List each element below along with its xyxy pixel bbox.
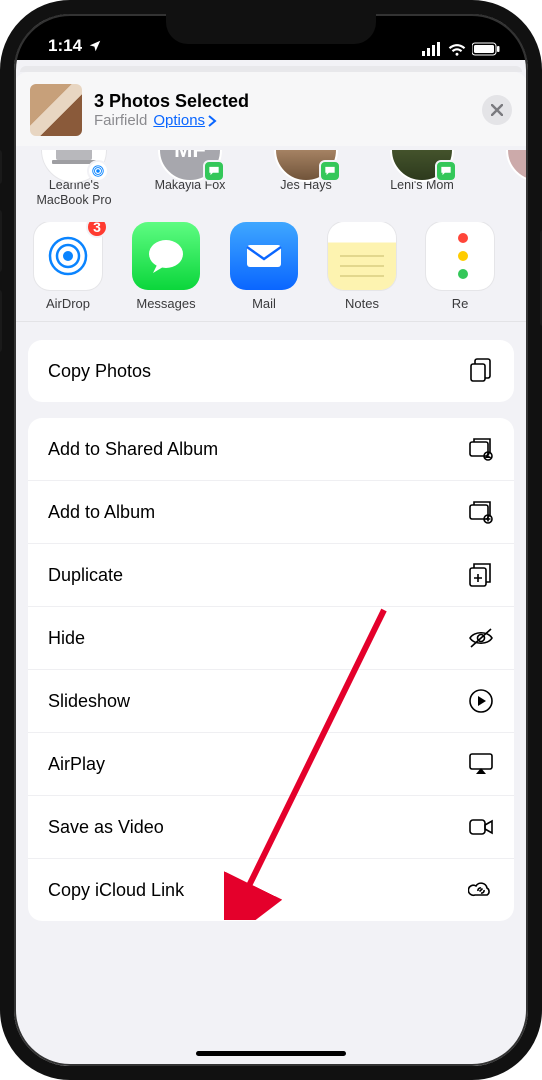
action-label: Add to Album — [48, 502, 155, 523]
action-duplicate[interactable]: Duplicate — [28, 544, 514, 607]
share-target[interactable]: MF Makayla Fox — [148, 150, 232, 208]
duplicate-icon — [468, 562, 494, 588]
messages-icon — [143, 233, 189, 279]
share-targets-row[interactable]: Leanne's MacBook Pro MF Makayla Fox Jes … — [14, 146, 528, 216]
add-album-icon — [468, 499, 494, 525]
action-copy-icloud-link[interactable]: Copy iCloud Link — [28, 859, 514, 921]
airdrop-icon — [42, 230, 94, 282]
action-add-album[interactable]: Add to Album — [28, 481, 514, 544]
action-add-shared-album[interactable]: Add to Shared Album — [28, 418, 514, 481]
battery-icon — [472, 42, 500, 56]
messages-badge-icon — [319, 160, 341, 182]
volume-up-button[interactable] — [0, 210, 2, 272]
share-target[interactable]: Jes Hays — [264, 150, 348, 208]
status-time: 1:14 — [48, 36, 82, 56]
action-label: Copy Photos — [48, 361, 151, 382]
share-apps-row[interactable]: 3 AirDrop Messages Mail Notes — [14, 216, 528, 322]
app-label: Re — [452, 296, 469, 311]
mute-switch[interactable] — [0, 150, 2, 184]
selection-location: Fairfield — [94, 112, 147, 129]
action-airplay[interactable]: AirPlay — [28, 733, 514, 796]
app-label: Mail — [252, 296, 276, 311]
action-copy-photos[interactable]: Copy Photos — [28, 340, 514, 402]
video-icon — [468, 814, 494, 840]
share-app-airdrop[interactable]: 3 AirDrop — [32, 222, 104, 311]
action-label: Hide — [48, 628, 85, 649]
location-icon — [88, 39, 102, 53]
messages-badge-icon — [203, 160, 225, 182]
action-hide[interactable]: Hide — [28, 607, 514, 670]
cellular-icon — [422, 42, 442, 56]
action-label: Slideshow — [48, 691, 130, 712]
actions-list: Copy Photos Add to Shared Album Add to A… — [14, 322, 528, 921]
app-label: Notes — [345, 296, 379, 311]
hide-icon — [468, 625, 494, 651]
icloud-link-icon — [468, 877, 494, 903]
share-app-messages[interactable]: Messages — [130, 222, 202, 311]
screen: 1:14 3 Photos Selected Fairfield Options — [14, 14, 528, 1066]
mail-icon — [241, 233, 287, 279]
action-slideshow[interactable]: Slideshow — [28, 670, 514, 733]
share-target[interactable]: R N — [496, 150, 528, 208]
airdrop-badge-icon — [87, 160, 109, 182]
notification-badge: 3 — [86, 222, 108, 238]
share-target[interactable]: Leni's Mom — [380, 150, 464, 208]
share-app-more[interactable]: Re — [424, 222, 496, 311]
action-label: Duplicate — [48, 565, 123, 586]
copy-icon — [468, 358, 494, 384]
action-label: Copy iCloud Link — [48, 880, 184, 901]
close-button[interactable] — [482, 95, 512, 125]
volume-down-button[interactable] — [0, 290, 2, 352]
home-indicator[interactable] — [196, 1051, 346, 1056]
share-app-mail[interactable]: Mail — [228, 222, 300, 311]
action-label: Add to Shared Album — [48, 439, 218, 460]
share-app-notes[interactable]: Notes — [326, 222, 398, 311]
airplay-icon — [468, 751, 494, 777]
selection-title: 3 Photos Selected — [94, 91, 470, 112]
action-label: Save as Video — [48, 817, 164, 838]
action-save-as-video[interactable]: Save as Video — [28, 796, 514, 859]
shared-album-icon — [468, 436, 494, 462]
options-link[interactable]: Options — [153, 112, 217, 129]
share-target[interactable]: Leanne's MacBook Pro — [32, 150, 116, 208]
share-sheet-header: 3 Photos Selected Fairfield Options — [14, 72, 528, 146]
close-icon — [491, 104, 503, 116]
notch — [166, 14, 376, 44]
app-label: AirDrop — [46, 296, 90, 311]
share-target-label: Leanne's MacBook Pro — [32, 178, 116, 208]
wifi-icon — [448, 42, 466, 56]
app-label: Messages — [136, 296, 195, 311]
selection-thumbnail — [30, 84, 82, 136]
avatar — [506, 150, 528, 182]
notes-icon — [328, 222, 396, 290]
reminders-icon — [452, 233, 468, 279]
action-label: AirPlay — [48, 754, 105, 775]
messages-badge-icon — [435, 160, 457, 182]
slideshow-icon — [468, 688, 494, 714]
